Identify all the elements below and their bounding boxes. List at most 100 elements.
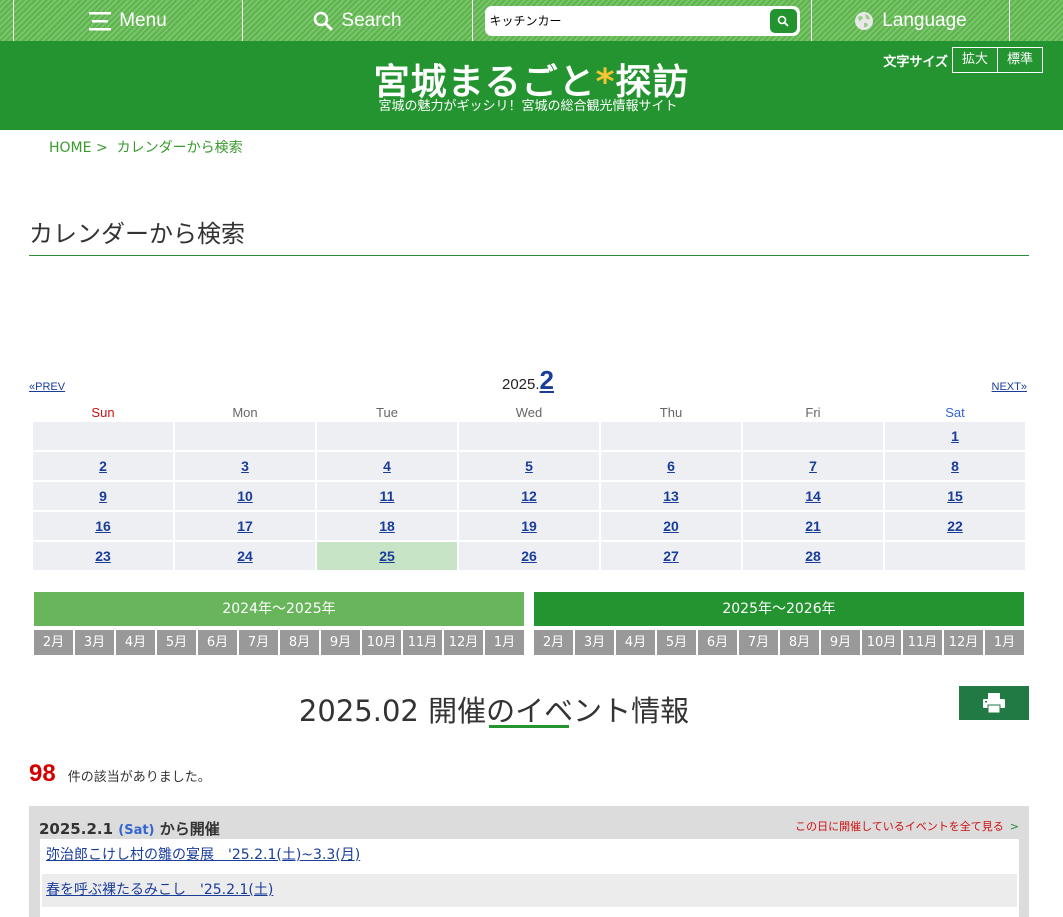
calendar-day-cell[interactable]: 4 xyxy=(317,452,457,480)
menu-button[interactable]: Menu xyxy=(14,0,243,41)
calendar-day-link[interactable]: 10 xyxy=(237,488,253,504)
calendar-day-cell[interactable]: 22 xyxy=(885,512,1025,540)
calendar-day-link[interactable]: 5 xyxy=(525,458,533,474)
month-tab[interactable]: 6月 xyxy=(198,630,237,655)
calendar-day-cell[interactable]: 12 xyxy=(459,482,599,510)
calendar-day-link[interactable]: 4 xyxy=(383,458,391,474)
year-tabs: 2024年〜2025年 2月 3月 4月 5月 6月 7月 8月 9月 10月 11月 12月 1月 … xyxy=(34,592,1024,655)
calendar-day-cell[interactable]: 9 xyxy=(33,482,173,510)
calendar-day-cell[interactable]: 16 xyxy=(33,512,173,540)
font-size-normal-button[interactable]: 標準 xyxy=(997,47,1043,73)
language-button[interactable]: Language xyxy=(812,0,1010,41)
month-tab[interactable]: 12月 xyxy=(444,630,483,655)
font-size-large-button[interactable]: 拡大 xyxy=(951,47,998,73)
calendar-day-link[interactable]: 27 xyxy=(663,548,679,564)
month-tab[interactable]: 2月 xyxy=(34,630,73,655)
calendar-day-cell[interactable]: 14 xyxy=(743,482,883,510)
calendar-day-cell[interactable]: 8 xyxy=(885,452,1025,480)
calendar-day-link[interactable]: 17 xyxy=(237,518,253,534)
year-tab[interactable]: 2025年〜2026年 xyxy=(534,592,1024,626)
calendar-day-link[interactable]: 26 xyxy=(521,548,537,564)
calendar-day-cell[interactable]: 27 xyxy=(601,542,741,570)
breadcrumb-home[interactable]: HOME xyxy=(49,140,91,156)
calendar-day-link[interactable]: 7 xyxy=(809,458,817,474)
calendar-day-cell[interactable]: 25 xyxy=(317,542,457,570)
month-tab[interactable]: 11月 xyxy=(903,630,942,655)
calendar-day-link[interactable]: 23 xyxy=(95,548,111,564)
calendar-day-cell[interactable]: 15 xyxy=(885,482,1025,510)
calendar-day-cell[interactable]: 21 xyxy=(743,512,883,540)
calendar-day-link[interactable]: 20 xyxy=(663,518,679,534)
month-tab[interactable]: 8月 xyxy=(280,630,319,655)
calendar-day-link[interactable]: 28 xyxy=(805,548,821,564)
calendar-day-link[interactable]: 11 xyxy=(380,488,395,504)
month-tab[interactable]: 12月 xyxy=(944,630,983,655)
calendar-day-link[interactable]: 22 xyxy=(947,518,963,534)
search-toggle-button[interactable]: Search xyxy=(243,0,473,41)
month-tab[interactable]: 7月 xyxy=(739,630,778,655)
search-input[interactable] xyxy=(489,13,770,28)
calendar-day-cell[interactable]: 13 xyxy=(601,482,741,510)
event-date-suffix: から開催 xyxy=(159,820,220,838)
next-month-link[interactable]: NEXT» xyxy=(992,381,1027,393)
current-month-link[interactable]: 2 xyxy=(540,365,554,395)
see-all-events-link[interactable]: この日に開催しているイベントを全て見る > xyxy=(795,818,1019,834)
calendar-day-link[interactable]: 1 xyxy=(951,428,959,444)
calendar-day-cell[interactable]: 7 xyxy=(743,452,883,480)
calendar-day-cell[interactable]: 3 xyxy=(175,452,315,480)
month-tab[interactable]: 1月 xyxy=(985,630,1024,655)
calendar-day-cell[interactable]: 2 xyxy=(33,452,173,480)
month-tab[interactable]: 3月 xyxy=(75,630,114,655)
month-tab[interactable]: 9月 xyxy=(321,630,360,655)
event-link[interactable]: 弥治郎こけし村の雛の宴展 '25.2.1(土)~3.3(月) xyxy=(46,847,360,863)
calendar-day-link[interactable]: 21 xyxy=(805,518,821,534)
calendar-day-link[interactable]: 24 xyxy=(237,548,253,564)
calendar-day-cell[interactable]: 28 xyxy=(743,542,883,570)
print-button[interactable] xyxy=(959,686,1029,720)
month-tab[interactable]: 1月 xyxy=(485,630,524,655)
calendar-day-link[interactable]: 8 xyxy=(951,458,959,474)
month-tab[interactable]: 2月 xyxy=(534,630,573,655)
calendar-day-link[interactable]: 19 xyxy=(521,518,537,534)
calendar-day-cell[interactable]: 17 xyxy=(175,512,315,540)
month-tab[interactable]: 3月 xyxy=(575,630,614,655)
calendar-day-link[interactable]: 25 xyxy=(379,548,395,564)
calendar-day-cell[interactable]: 20 xyxy=(601,512,741,540)
calendar-day-cell[interactable]: 10 xyxy=(175,482,315,510)
month-tab[interactable]: 5月 xyxy=(657,630,696,655)
calendar-day-cell[interactable]: 18 xyxy=(317,512,457,540)
calendar-day-cell[interactable]: 26 xyxy=(459,542,599,570)
month-tab[interactable]: 8月 xyxy=(780,630,819,655)
calendar-day-link[interactable]: 12 xyxy=(521,488,537,504)
month-tab[interactable]: 9月 xyxy=(821,630,860,655)
month-tab[interactable]: 11月 xyxy=(403,630,442,655)
calendar-day-link[interactable]: 16 xyxy=(95,518,111,534)
calendar-day-cell[interactable]: 19 xyxy=(459,512,599,540)
calendar-day-link[interactable]: 3 xyxy=(241,458,249,474)
month-tab[interactable]: 6月 xyxy=(698,630,737,655)
calendar-day-link[interactable]: 9 xyxy=(99,488,107,504)
month-tab[interactable]: 10月 xyxy=(362,630,401,655)
calendar-day-cell[interactable]: 24 xyxy=(175,542,315,570)
year-tab[interactable]: 2024年〜2025年 xyxy=(34,592,524,626)
search-submit-button[interactable] xyxy=(769,8,797,33)
month-tab[interactable]: 10月 xyxy=(862,630,901,655)
calendar-day-cell[interactable]: 6 xyxy=(601,452,741,480)
calendar-day-cell[interactable]: 1 xyxy=(885,422,1025,450)
calendar-day-cell[interactable]: 5 xyxy=(459,452,599,480)
calendar-day-cell[interactable]: 23 xyxy=(33,542,173,570)
calendar-day-link[interactable]: 18 xyxy=(379,518,395,534)
calendar-day-link[interactable]: 15 xyxy=(947,488,963,504)
calendar-day-cell[interactable]: 11 xyxy=(317,482,457,510)
result-count: 98 件の該当がありました。 xyxy=(29,760,211,788)
month-tab[interactable]: 7月 xyxy=(239,630,278,655)
month-tab[interactable]: 5月 xyxy=(157,630,196,655)
calendar-day-link[interactable]: 14 xyxy=(805,488,821,504)
month-tab[interactable]: 4月 xyxy=(616,630,655,655)
calendar-day-link[interactable]: 13 xyxy=(663,488,679,504)
calendar-day-link[interactable]: 2 xyxy=(99,458,107,474)
month-tab[interactable]: 4月 xyxy=(116,630,155,655)
calendar-day-link[interactable]: 6 xyxy=(667,458,675,474)
event-link[interactable]: 春を呼ぶ裸たるみこし '25.2.1(土) xyxy=(46,882,273,898)
